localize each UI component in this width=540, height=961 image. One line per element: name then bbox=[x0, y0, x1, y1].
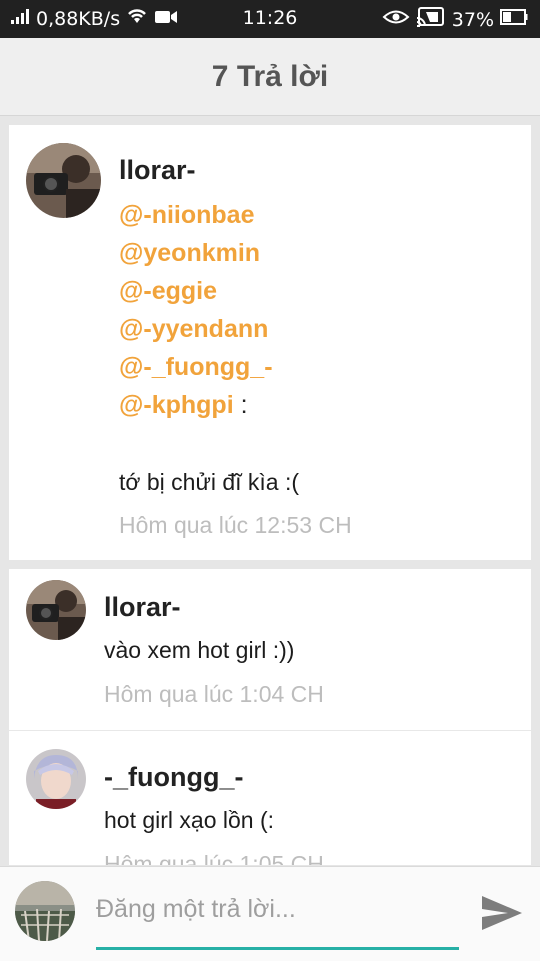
mention-link[interactable]: @-kphgpi bbox=[119, 391, 234, 419]
send-icon bbox=[482, 896, 522, 930]
mention-link[interactable]: @-niionbae bbox=[119, 201, 255, 230]
author-name[interactable]: -_fuongg_- bbox=[104, 762, 243, 793]
battery-icon bbox=[500, 8, 528, 31]
mention-line: @-kphgpi : bbox=[119, 391, 248, 420]
divider bbox=[9, 730, 531, 731]
comment-text: hot girl xạo lồn (: bbox=[104, 807, 275, 833]
avatar[interactable] bbox=[26, 143, 101, 218]
page-title: 7 Trả lời bbox=[211, 60, 329, 93]
cast-icon bbox=[416, 7, 444, 32]
battery-percent: 37% bbox=[451, 8, 494, 31]
send-button[interactable] bbox=[478, 893, 524, 933]
mention-link[interactable]: @-yyendann bbox=[119, 315, 268, 344]
eye-icon bbox=[382, 8, 410, 31]
mention-suffix: : bbox=[233, 391, 248, 419]
status-bar: 0,88KB/s 11:26 37% bbox=[0, 0, 540, 38]
reply-input-underline bbox=[96, 947, 459, 950]
comment-card: llorar- @-niionbae @yeonkmin @-eggie @-y… bbox=[9, 125, 531, 560]
comment-timestamp: Hôm qua lúc 1:05 CH bbox=[104, 851, 324, 865]
replies-card: llorar- vào xem hot girl :)) Hôm qua lúc… bbox=[9, 569, 531, 865]
author-name[interactable]: llorar- bbox=[119, 155, 196, 186]
mention-link[interactable]: @-eggie bbox=[119, 277, 217, 306]
reply-bar: Đăng một trả lời... bbox=[0, 866, 540, 961]
user-avatar bbox=[15, 881, 75, 941]
mention-link[interactable]: @-_fuongg_- bbox=[119, 353, 273, 382]
comment-text: tớ bị chửi đĩ kìa :( bbox=[119, 469, 300, 495]
avatar[interactable] bbox=[26, 580, 86, 640]
mention-link[interactable]: @yeonkmin bbox=[119, 239, 260, 268]
comment-text: vào xem hot girl :)) bbox=[104, 637, 295, 663]
reply-input[interactable]: Đăng một trả lời... bbox=[96, 889, 458, 929]
author-name[interactable]: llorar- bbox=[104, 592, 181, 623]
comment-timestamp: Hôm qua lúc 1:04 CH bbox=[104, 681, 324, 707]
app-header: 7 Trả lời bbox=[0, 38, 540, 116]
avatar[interactable] bbox=[26, 749, 86, 809]
comment-timestamp: Hôm qua lúc 12:53 CH bbox=[119, 512, 352, 538]
